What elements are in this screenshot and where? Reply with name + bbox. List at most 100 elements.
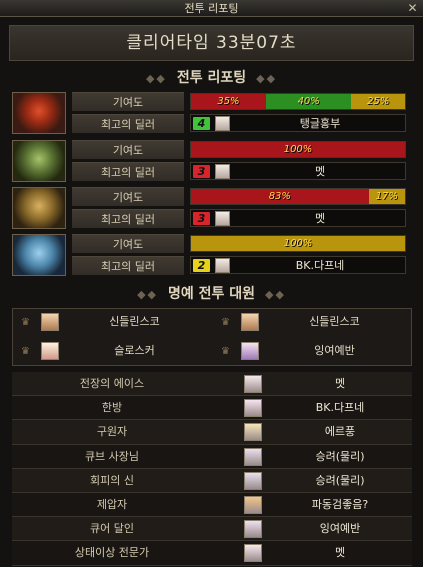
divider-ornament-right: ◆◆ — [265, 288, 286, 301]
award-row: 회피의 신 승려(물리) — [12, 468, 412, 493]
award-category: 큐어 달인 — [90, 522, 134, 536]
avatar-icon — [215, 164, 230, 179]
contribution-label: 기여도 — [72, 140, 184, 159]
crown-icon: ♛ — [221, 317, 230, 328]
award-row: 제압자 파동검좋음? — [12, 492, 412, 518]
honor-member-name: 신들린스코 — [109, 315, 160, 328]
crown-icon: ♛ — [21, 317, 30, 328]
window-titlebar: 전투 리포팅 ✕ — [0, 0, 423, 17]
award-row: 한방 BK.다프네 — [12, 396, 412, 421]
avatar-icon — [244, 544, 262, 563]
contribution-segment: 17% — [368, 189, 405, 204]
award-category: 한방 — [101, 401, 123, 415]
top-dealer-box: 3 멧 — [190, 162, 406, 180]
award-row: 큐브 사장님 승려(물리) — [12, 444, 412, 469]
award-player-name: 승려(물리) — [315, 473, 365, 487]
avatar-icon — [215, 116, 230, 131]
award-row: 구원자 에르풍 — [12, 420, 412, 445]
honor-title: 명예 전투 대원 — [167, 286, 256, 302]
rank-badge: 4 — [193, 117, 210, 130]
award-category: 전장의 에이스 — [79, 377, 145, 390]
rank-badge: 2 — [193, 259, 210, 272]
green-armor-icon — [12, 140, 66, 182]
avatar-icon — [244, 375, 262, 393]
honor-member-name: 슬로스커 — [114, 344, 155, 357]
team-report: 기여도 83% 17% 최고의 딜러 3 멧 — [12, 187, 412, 229]
award-row: 전장의 에이스 멧 — [12, 372, 412, 397]
top-dealer-name: 멧 — [314, 165, 326, 178]
contribution-bar: 83% 17% — [190, 188, 406, 205]
contribution-segment: 83% — [191, 189, 369, 204]
honor-member[interactable]: ♛ 신들린스코 — [13, 309, 212, 337]
avatar-icon — [241, 313, 259, 331]
contribution-label: 기여도 — [72, 92, 184, 111]
top-dealer-box: 3 멧 — [190, 209, 406, 227]
divider-ornament-right: ◆◆ — [256, 72, 278, 85]
rank-badge: 3 — [193, 212, 210, 225]
contribution-bar: 35% 40% 25% — [190, 93, 406, 110]
honor-member[interactable]: ♛ 잉여예반 — [213, 338, 412, 366]
avatar-icon — [244, 520, 262, 539]
report-section-header: ◆◆ 전투 리포팅 ◆◆ — [0, 67, 423, 87]
crown-icon: ♛ — [221, 346, 230, 357]
award-category: 회피의 신 — [90, 473, 134, 487]
avatar-icon — [41, 342, 59, 360]
top-dealer-name: BK.다프네 — [295, 259, 345, 272]
avatar-icon — [244, 399, 262, 418]
honor-section-header: ◆◆ 명예 전투 대원 ◆◆ — [0, 283, 423, 303]
award-row: 상태이상 전문가 멧 — [12, 541, 412, 566]
award-category: 구원자 — [96, 425, 128, 439]
honor-member-name: 잉여예반 — [314, 344, 355, 357]
top-dealer-name: 멧 — [314, 212, 326, 225]
award-category: 상태이상 전문가 — [74, 546, 150, 560]
award-player-name: 잉여예반 — [319, 522, 361, 536]
contribution-bar: 100% — [190, 141, 406, 158]
window-title: 전투 리포팅 — [184, 2, 239, 15]
contribution-segment: 100% — [191, 236, 405, 251]
contribution-segment: 40% — [265, 94, 352, 109]
crown-icon: ♛ — [21, 346, 30, 357]
team-report: 기여도 35% 40% 25% 최고의 딜러 4 탱글홍부 — [12, 92, 412, 134]
clear-time-banner: 클리어타임 33분07초 — [9, 25, 414, 61]
award-player-name: 멧 — [334, 546, 346, 560]
award-player-name: 멧 — [334, 377, 346, 390]
gold-armor-icon — [12, 187, 66, 229]
contribution-segment: 100% — [191, 142, 405, 157]
avatar-icon — [215, 211, 230, 226]
contribution-segment: 25% — [351, 94, 405, 109]
divider-ornament-left: ◆◆ — [137, 288, 158, 301]
award-player-name: 에르풍 — [324, 425, 356, 439]
award-player-name: 파동검좋음? — [311, 497, 369, 511]
team-report: 기여도 100% 최고의 딜러 2 BK.다프네 — [12, 234, 412, 276]
avatar-icon — [244, 423, 262, 442]
flame-emblem-icon — [12, 92, 66, 134]
top-dealer-label: 최고의 딜러 — [72, 256, 184, 275]
top-dealer-label: 최고의 딜러 — [72, 209, 184, 228]
rank-badge: 3 — [193, 165, 210, 178]
avatar-icon — [241, 342, 259, 360]
contribution-label: 기여도 — [72, 234, 184, 253]
top-dealer-name: 탱글홍부 — [299, 117, 341, 130]
honor-member[interactable]: ♛ 슬로스커 — [13, 338, 212, 366]
award-player-name: BK.다프네 — [315, 401, 365, 415]
avatar-icon — [244, 471, 262, 490]
top-dealer-label: 최고의 딜러 — [72, 114, 184, 133]
avatar-icon — [244, 447, 262, 466]
honor-member[interactable]: ♛ 신들린스코 — [213, 309, 412, 337]
contribution-segment: 35% — [191, 94, 266, 109]
award-category: 제압자 — [96, 497, 128, 511]
report-title: 전투 리포팅 — [176, 70, 247, 86]
avatar-icon — [215, 258, 230, 273]
contribution-bar: 100% — [190, 235, 406, 252]
honor-member-grid: ♛ 신들린스코 ♛ 신들린스코 ♛ 슬로스커 ♛ 잉여예반 — [12, 308, 412, 366]
honor-member-name: 신들린스코 — [309, 315, 360, 328]
blue-armor-icon — [12, 234, 66, 276]
avatar-icon — [244, 495, 262, 514]
award-category: 큐브 사장님 — [84, 449, 140, 463]
award-row: 큐어 달인 잉여예반 — [12, 517, 412, 542]
avatar-icon — [41, 313, 59, 331]
award-player-name: 승려(물리) — [315, 449, 365, 463]
top-dealer-box: 4 탱글홍부 — [190, 114, 406, 132]
close-icon[interactable]: ✕ — [405, 1, 420, 15]
contribution-label: 기여도 — [72, 187, 184, 206]
